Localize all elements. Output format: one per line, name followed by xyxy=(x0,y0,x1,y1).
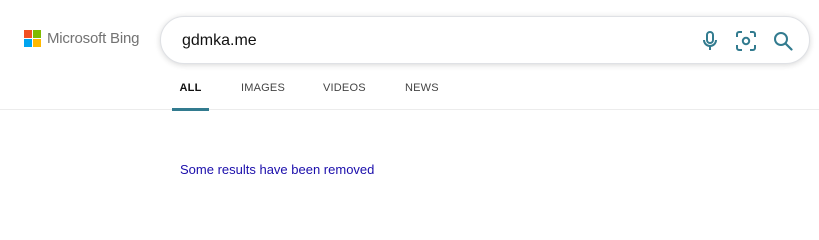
search-input[interactable] xyxy=(182,29,682,53)
tab-all[interactable]: ALL xyxy=(172,82,209,111)
header: Microsoft Bing ALL xyxy=(0,0,819,111)
tab-videos[interactable]: VIDEOS xyxy=(323,82,405,110)
search-tabs: ALL IMAGES VIDEOS NEWS xyxy=(172,82,465,111)
search-icon[interactable] xyxy=(771,29,795,53)
microsoft-logo-icon xyxy=(24,30,41,47)
brand-name: Microsoft Bing xyxy=(47,30,140,47)
tab-all-label: ALL xyxy=(179,82,202,94)
visual-search-icon[interactable] xyxy=(734,29,758,53)
tab-news-label: NEWS xyxy=(405,82,439,94)
tab-images[interactable]: IMAGES xyxy=(241,82,323,110)
tab-videos-label: VIDEOS xyxy=(323,82,366,94)
results-removed-notice[interactable]: Some results have been removed xyxy=(180,162,374,177)
microphone-icon[interactable] xyxy=(698,29,722,53)
bing-logo[interactable]: Microsoft Bing xyxy=(24,30,139,47)
tab-images-label: IMAGES xyxy=(241,82,285,94)
search-box xyxy=(160,16,810,64)
tab-news[interactable]: NEWS xyxy=(405,82,465,110)
